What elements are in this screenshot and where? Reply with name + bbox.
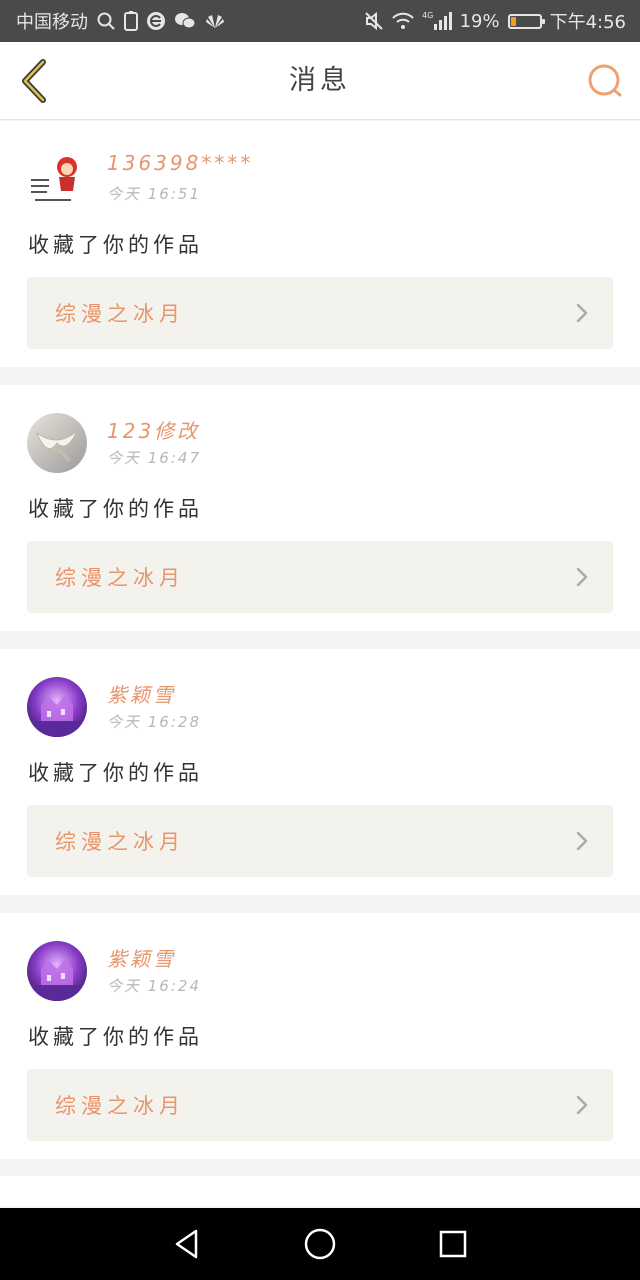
page-title: 消息 — [289, 65, 351, 96]
chevron-right-icon — [575, 302, 589, 324]
next-card-peek — [0, 1176, 640, 1206]
wechat-icon — [174, 11, 196, 31]
timestamp: 今天 16:24 — [107, 977, 201, 995]
work-link[interactable]: 综漫之冰月 — [27, 805, 613, 877]
action-text: 收藏了你的作品 — [28, 761, 203, 785]
username[interactable]: 123修改 — [107, 415, 200, 444]
message-card: 136398**** 今天 16:51 收藏了你的作品 综漫之冰月 — [0, 121, 640, 367]
username[interactable]: 紫颖雪 — [107, 679, 176, 708]
message-card: 123修改 今天 16:47 收藏了你的作品 综漫之冰月 — [0, 385, 640, 631]
search-icon — [96, 11, 116, 31]
timestamp: 今天 16:47 — [107, 449, 201, 467]
work-link[interactable]: 综漫之冰月 — [27, 541, 613, 613]
system-nav-bar — [0, 1208, 640, 1280]
chevron-right-icon — [575, 1094, 589, 1116]
message-card: 紫颖雪 今天 16:24 收藏了你的作品 综漫之冰月 — [0, 913, 640, 1159]
timestamp: 今天 16:28 — [107, 713, 201, 731]
castle-avatar[interactable] — [27, 677, 87, 737]
username[interactable]: 紫颖雪 — [107, 943, 176, 972]
cartoon-avatar[interactable] — [27, 149, 87, 209]
ribbon-avatar[interactable] — [27, 413, 87, 473]
search-button[interactable] — [584, 60, 626, 102]
action-text: 收藏了你的作品 — [28, 497, 203, 521]
action-text: 收藏了你的作品 — [28, 1025, 203, 1049]
username[interactable]: 136398**** — [107, 151, 253, 175]
back-triangle-icon[interactable] — [167, 1224, 207, 1264]
work-title: 综漫之冰月 — [55, 1094, 185, 1118]
header-bar: 消息 — [0, 42, 640, 120]
status-bar: 中国移动 4G 19% 下午4:56 — [0, 0, 640, 42]
chevron-right-icon — [575, 830, 589, 852]
search-icon — [588, 64, 622, 97]
signal-icon: 4G — [422, 10, 452, 32]
work-title: 综漫之冰月 — [55, 830, 185, 854]
recents-square-icon[interactable] — [433, 1224, 473, 1264]
carrier-label: 中国移动 — [16, 12, 88, 33]
battery-percent: 19% — [459, 10, 500, 32]
work-link[interactable]: 综漫之冰月 — [27, 1069, 613, 1141]
home-circle-icon[interactable] — [300, 1224, 340, 1264]
message-list: 136398**** 今天 16:51 收藏了你的作品 综漫之冰月 123修改 … — [0, 121, 640, 1177]
huawei-icon — [204, 12, 226, 30]
clock-time: 下午4:56 — [549, 12, 626, 33]
wifi-icon — [391, 12, 414, 30]
sim-icon — [124, 11, 138, 31]
chevron-right-icon — [575, 566, 589, 588]
action-text: 收藏了你的作品 — [28, 233, 203, 257]
work-title: 综漫之冰月 — [55, 566, 185, 590]
timestamp: 今天 16:51 — [107, 185, 201, 203]
castle-avatar[interactable] — [27, 941, 87, 1001]
work-link[interactable]: 综漫之冰月 — [27, 277, 613, 349]
work-title: 综漫之冰月 — [55, 302, 185, 326]
mute-icon — [364, 11, 384, 31]
browser-icon — [146, 11, 166, 31]
network-label: 4G — [422, 11, 433, 20]
battery-icon — [507, 13, 545, 29]
battery-fill — [510, 16, 516, 26]
message-card: 紫颖雪 今天 16:28 收藏了你的作品 综漫之冰月 — [0, 649, 640, 895]
